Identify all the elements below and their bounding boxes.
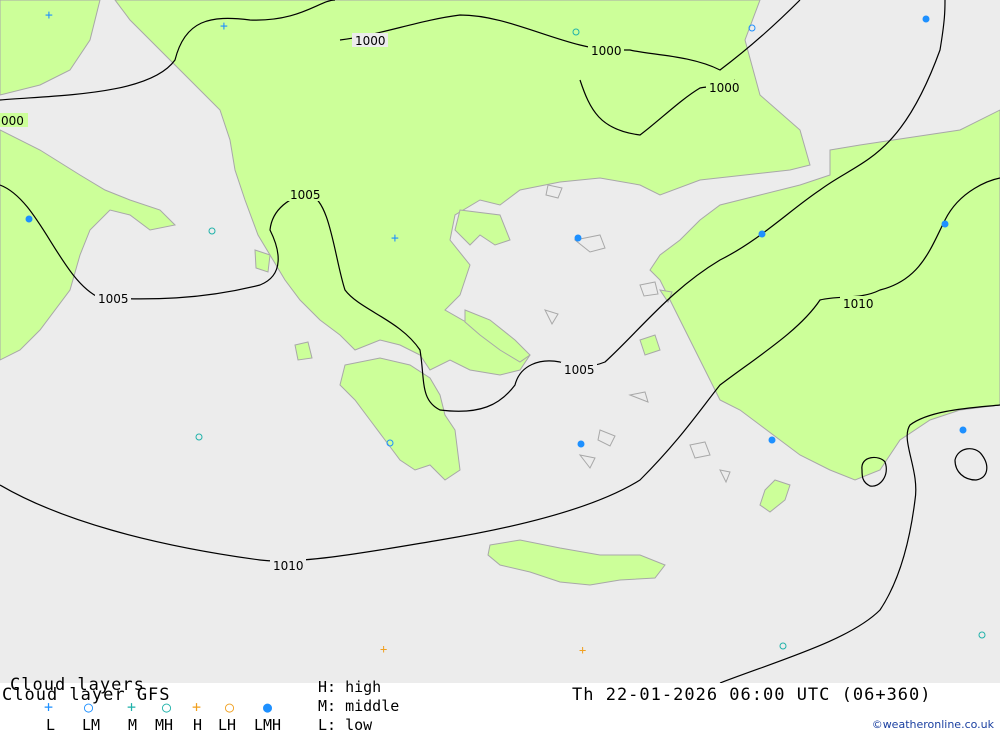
legend-key-mh: MH [155,716,174,734]
cloud-lmh-dot-icon [768,436,776,444]
legend-lh-circle-icon: ○ [225,698,235,716]
legend-middle-text: M: middle [318,697,400,715]
cloud-high-plus-icon: + [579,643,586,657]
legend-key-lmh: LMH [254,716,282,734]
cloud-lmh-dot-icon [574,234,582,242]
isobar-label: 1000 [355,34,386,48]
legend-key-lh: LH [218,716,237,734]
legend-m-plus-icon: + [127,698,137,716]
legend-key-lm: LM [82,716,101,734]
cloud-low-plus-icon: + [220,19,228,34]
legend-l-plus-icon: + [44,698,54,716]
legend-low-text: L: low [318,716,373,734]
map-canvas: 1000 1000 1000 000 1005 1005 1005 1010 1… [0,0,1000,683]
legend-mh-circle-icon: ○ [162,698,172,716]
cloud-lmh-dot-icon [941,220,949,228]
isobar-label: 000 [1,114,24,128]
legend-key-l: L [46,716,56,734]
isobar-label: 1005 [564,363,595,377]
cloud-lmh-dot-icon [25,215,33,223]
isobar-label: 1005 [98,292,129,306]
forecast-datetime: Th 22-01-2026 06:00 UTC (06+360) [572,685,932,705]
legend-lmh-dot-icon: ● [263,698,273,716]
isobar-label: 1000 [591,44,622,58]
isobar-label: 1010 [843,297,874,311]
isobar-label: 1010 [273,559,304,573]
cloud-lmh-dot-icon [577,440,585,448]
legend-lm-circle-icon: ○ [84,698,94,716]
legend-bar: Cloud layers Cloud layer GFS + ○ + ○ + ○… [0,675,1000,734]
cloud-high-plus-icon: + [380,642,387,656]
credit-link[interactable]: ©weatheronline.co.uk [872,718,994,731]
cloud-lmh-dot-icon [922,15,930,23]
cloud-lmh-dot-icon [959,426,967,434]
legend-key-m: M [128,716,138,734]
isobar-label: 1000 [709,81,740,95]
legend-high-text: H: high [318,678,382,696]
cloud-low-plus-icon: + [45,8,53,23]
legend-key-h: H [193,716,203,734]
cloud-low-plus-icon: + [391,231,399,246]
isobar-label: 1005 [290,188,321,202]
cloud-lmh-dot-icon [758,230,766,238]
legend-h-plus-icon: + [192,698,202,716]
